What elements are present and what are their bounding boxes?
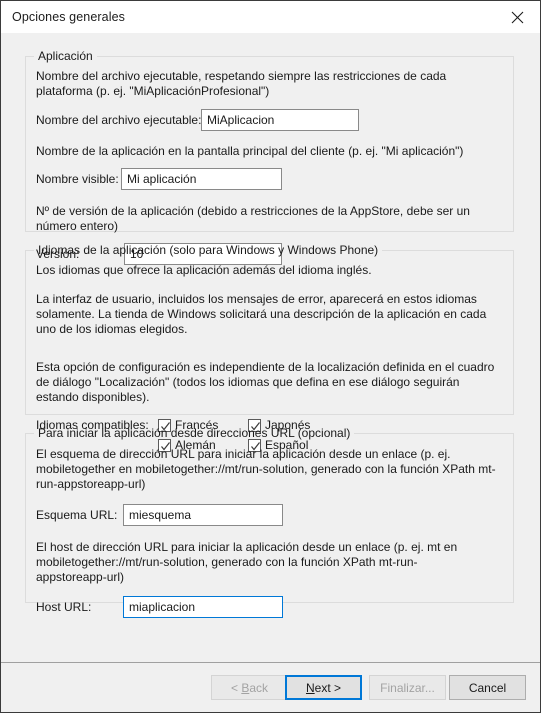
footer-separator xyxy=(1,662,540,663)
languages-description-2: La interfaz de usuario, incluidos los me… xyxy=(36,292,487,336)
dialog-footer: < Back Next > Finalizar... Cancel xyxy=(1,662,540,712)
dialog-content: Aplicación Nombre del archivo ejecutable… xyxy=(1,33,540,662)
input-url-host[interactable] xyxy=(123,596,283,618)
label-url-scheme: Esquema URL: xyxy=(36,508,118,522)
input-executable-name[interactable] xyxy=(201,109,359,131)
group-url-legend: Para iniciar la aplicación desde direcci… xyxy=(38,426,351,440)
label-url-host: Host URL: xyxy=(36,600,92,614)
title-bar: Opciones generales xyxy=(1,1,540,33)
next-button[interactable]: Next > xyxy=(285,675,362,700)
cancel-button[interactable]: Cancel xyxy=(449,675,526,700)
group-application: Aplicación Nombre del archivo ejecutable… xyxy=(25,49,514,265)
url-host-description: El host de dirección URL para iniciar la… xyxy=(36,540,458,584)
languages-description-3: Esta opción de configuración es independ… xyxy=(36,360,495,404)
input-url-scheme[interactable] xyxy=(123,504,283,526)
application-exe-description: Nombre del archivo ejecutable, respetand… xyxy=(36,69,447,98)
back-button-label: < Back xyxy=(230,680,269,695)
application-version-description: Nº de versión de la aplicación (debido a… xyxy=(36,204,470,233)
close-glyph xyxy=(511,11,524,23)
close-icon[interactable] xyxy=(495,1,540,33)
group-url: Para iniciar la aplicación desde direcci… xyxy=(25,426,514,618)
label-executable-name: Nombre del archivo ejecutable: xyxy=(36,113,202,127)
next-button-label: Next > xyxy=(305,680,342,695)
group-application-legend: Aplicación xyxy=(38,49,93,63)
cancel-button-label: Cancel xyxy=(468,680,507,695)
application-visible-description: Nombre de la aplicación en la pantalla p… xyxy=(36,144,464,158)
dialog-window: Opciones generales Aplicación Nombre del… xyxy=(0,0,541,713)
finish-button[interactable]: Finalizar... xyxy=(369,675,446,700)
window-title: Opciones generales xyxy=(12,10,125,24)
group-languages: Idiomas de la aplicación (solo para Wind… xyxy=(25,243,514,452)
input-visible-name[interactable] xyxy=(121,168,282,190)
url-scheme-description: El esquema de dirección URL para iniciar… xyxy=(36,447,496,491)
label-visible-name: Nombre visible: xyxy=(36,172,119,186)
group-languages-legend: Idiomas de la aplicación (solo para Wind… xyxy=(38,243,379,257)
languages-description-1: Los idiomas que ofrece la aplicación ade… xyxy=(36,263,372,277)
back-button[interactable]: < Back xyxy=(211,675,288,700)
finish-button-label: Finalizar... xyxy=(380,680,435,695)
